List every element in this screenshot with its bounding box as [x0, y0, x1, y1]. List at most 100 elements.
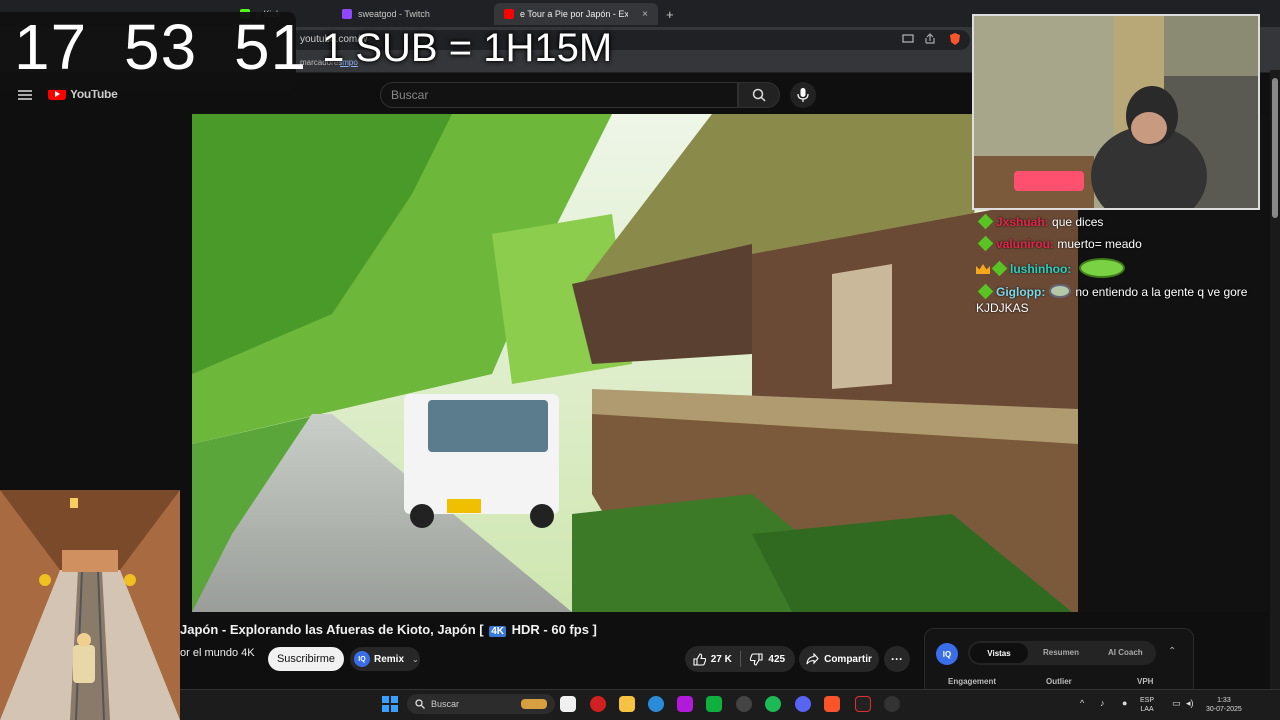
chat-username: valunirou:: [996, 237, 1055, 251]
chat-text: que dices: [1052, 215, 1104, 229]
scrollbar-thumb[interactable]: [1272, 78, 1278, 218]
taskbar-time: 1:33: [1217, 697, 1231, 704]
gameplay-image: [0, 490, 180, 720]
tab-label: e Tour a Pie por Japón - Explora: [520, 9, 629, 19]
chevron-down-icon: ⌄: [412, 654, 419, 664]
search-button[interactable]: [738, 82, 780, 108]
webcam-image: [974, 16, 1258, 208]
search-icon: [752, 88, 766, 102]
share-label: Compartir: [824, 653, 872, 665]
like-button[interactable]: 27 K: [685, 652, 740, 666]
brave-shield-icon[interactable]: [948, 32, 962, 46]
iq-col-outlier: Outlier: [1046, 677, 1072, 686]
iq-tab-ai-coach[interactable]: AI Coach: [1108, 648, 1143, 657]
video-title: Japón - Explorando las Afueras de Kioto,…: [180, 622, 597, 637]
title-part: HDR - 60 fps ]: [508, 622, 597, 637]
taskbar-date: 30-07-2025: [1206, 706, 1242, 713]
like-count: 27 K: [710, 653, 732, 665]
language-indicator[interactable]: ESP LAA: [1140, 696, 1154, 714]
emote-icon: [1049, 284, 1072, 298]
iq-tab-resumen[interactable]: Resumen: [1043, 648, 1079, 657]
chat-text: no entiendo a la gente q ve gore: [1075, 285, 1248, 299]
taskbar-search-label: Buscar: [431, 699, 460, 709]
file-explorer-icon[interactable]: [619, 696, 635, 712]
like-dislike-group: 27 K 425: [685, 646, 795, 672]
4k-badge: 4K: [489, 626, 507, 637]
iq-col-vph: VPH: [1137, 677, 1154, 686]
video-frame-image: [192, 114, 1078, 612]
spotify-icon[interactable]: [765, 696, 781, 712]
chat-message: Giglopp: no entiendo a la gente q ve gore: [972, 283, 1264, 300]
iq-tab-vistas[interactable]: Vistas: [970, 643, 1028, 663]
chat-message: Jxshuah: que dices: [972, 213, 1264, 230]
crown-badge-icon: [976, 264, 990, 274]
leopard-icon: [521, 699, 547, 709]
volume-icon[interactable]: ◂): [1186, 698, 1194, 709]
webcam-overlay: [972, 14, 1260, 210]
subway-surfers-overlay: [0, 490, 180, 720]
collapse-chevron-icon[interactable]: ⌃: [1168, 646, 1176, 657]
title-part: Japón - Explorando las Afueras de Kioto,…: [180, 622, 488, 637]
chat-text: KJDJKAS: [976, 301, 1029, 315]
show-hidden-icons-icon[interactable]: ^: [1080, 698, 1084, 708]
steam-icon[interactable]: [884, 696, 900, 712]
emote-icon: [1078, 258, 1125, 278]
badge-icon: [977, 213, 994, 230]
chat-text: muerto= meado: [1057, 237, 1142, 251]
tab-label: sweatgod - Twitch: [358, 9, 430, 19]
snipping-tool-icon[interactable]: [560, 696, 576, 712]
opera-icon[interactable]: [590, 696, 606, 712]
remix-button[interactable]: IQ Remix ⌄: [350, 647, 420, 671]
discord-icon[interactable]: [795, 696, 811, 712]
windows-start-icon[interactable]: [382, 696, 398, 712]
subscribe-button[interactable]: Suscribirme: [268, 647, 344, 671]
chat-username: Jxshuah:: [996, 215, 1049, 229]
share-page-icon[interactable]: [924, 33, 936, 45]
twitch-icon: [342, 9, 352, 19]
close-tab-icon[interactable]: ×: [642, 9, 648, 20]
hamburger-menu-icon[interactable]: [18, 90, 32, 100]
dislike-button[interactable]: 425: [740, 652, 795, 666]
new-tab-button[interactable]: +: [660, 3, 682, 25]
brave-icon[interactable]: [824, 696, 840, 712]
tab-twitch[interactable]: sweatgod - Twitch: [332, 3, 492, 25]
thumbs-up-icon: [693, 652, 706, 666]
kick-app-icon[interactable]: [855, 696, 871, 712]
badge-icon: [977, 235, 994, 252]
subathon-timer: 17 53 51: [14, 11, 308, 83]
channel-name[interactable]: or el mundo 4K: [180, 647, 255, 659]
chat-message: lushinhoo:: [972, 258, 1264, 278]
cast-icon[interactable]: [902, 33, 914, 45]
microphone-tray-icon[interactable]: ●: [1122, 698, 1127, 708]
share-button[interactable]: Compartir: [799, 646, 879, 672]
voice-search-button[interactable]: [790, 82, 816, 108]
chat-message-continued: KJDJKAS: [972, 300, 1264, 316]
iq-icon: IQ: [354, 651, 370, 667]
search-icon: [415, 699, 425, 709]
taskbar-clock[interactable]: 1:33 30-07-2025: [1206, 696, 1242, 714]
chat-message: valunirou: muerto= meado: [972, 235, 1264, 252]
dislike-count: 425: [768, 653, 786, 665]
obs-icon[interactable]: [736, 696, 752, 712]
badge-icon: [991, 260, 1008, 277]
windows-taskbar: [180, 689, 1280, 720]
edge-icon[interactable]: [648, 696, 664, 712]
speaker-icon[interactable]: ♪: [1100, 698, 1105, 708]
youtube-icon: [504, 9, 514, 19]
lang-layout: LAA: [1140, 706, 1154, 713]
search-input[interactable]: Buscar: [380, 82, 738, 108]
chat-overlay: Jxshuah: que dices valunirou: muerto= me…: [972, 213, 1264, 322]
taskbar-search[interactable]: Buscar: [407, 694, 555, 714]
sub-rate-text: 1 SUB = 1H15M: [322, 26, 613, 70]
network-icon[interactable]: ▭: [1172, 698, 1181, 709]
remix-label: Remix: [374, 653, 405, 665]
chat-username: lushinhoo:: [1010, 262, 1072, 276]
more-actions-button[interactable]: ···: [884, 646, 910, 672]
thumbs-down-icon: [750, 652, 763, 666]
video-player[interactable]: [192, 114, 1078, 612]
tab-youtube[interactable]: e Tour a Pie por Japón - Explora ×: [494, 3, 658, 25]
app-c-icon[interactable]: [677, 696, 693, 712]
chat-app-icon[interactable]: [706, 696, 722, 712]
share-icon: [806, 653, 819, 665]
chat-username: Giglopp:: [996, 285, 1046, 299]
